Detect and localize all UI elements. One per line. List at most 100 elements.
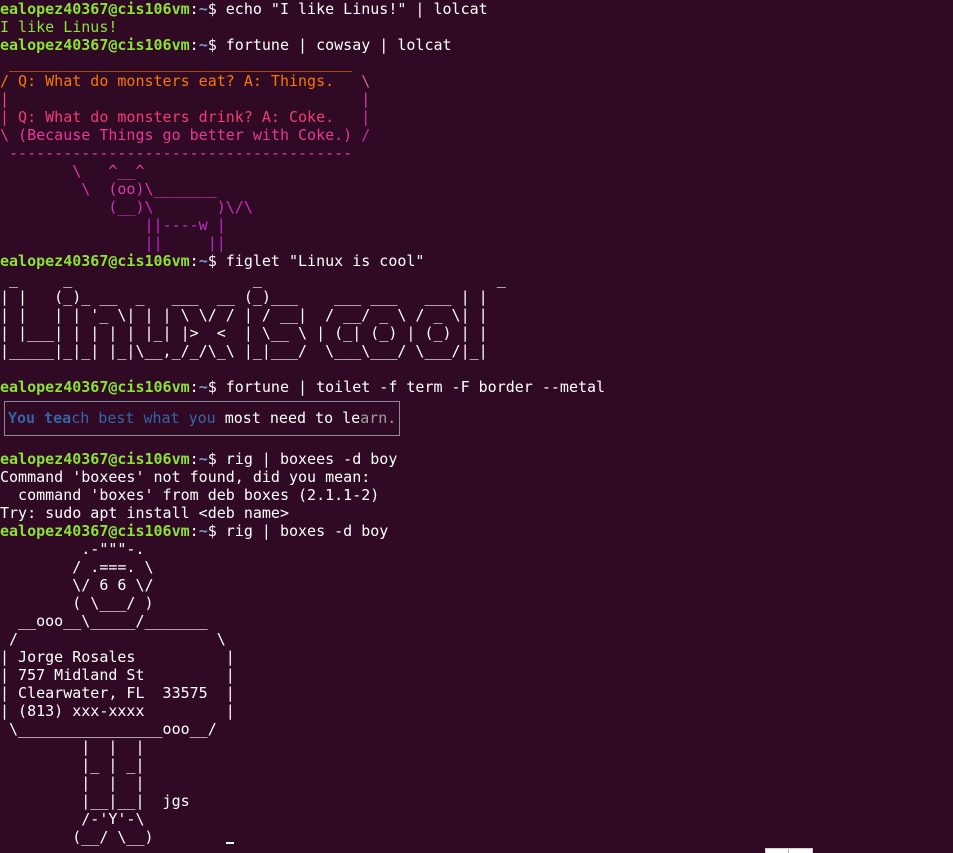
prompt-separator: : <box>189 522 199 540</box>
output-text: \ ^__^ <box>0 162 145 180</box>
output-text: .-"""-. <box>0 540 145 558</box>
output-line: ______________________________________ <box>0 54 953 72</box>
output-text: \ <box>352 72 371 90</box>
terminal-cursor <box>226 842 234 844</box>
output-text: \ (oo)\_______ <box>0 180 217 198</box>
prompt-user: ealopez40367 <box>0 0 109 18</box>
output-line: I like Linus! <box>0 18 953 36</box>
prompt-symbol: $ <box>207 36 226 54</box>
toilet-border-box: You teach best what you most need to lea… <box>4 401 401 436</box>
prompt-host: cis106vm <box>117 522 190 540</box>
output-text: | <box>343 108 371 126</box>
output-line: (__/ \__) <box>0 828 953 846</box>
prompt-host: cis106vm <box>117 0 190 18</box>
output-line: \ ^__^ <box>0 162 953 180</box>
output-line: _ _ _ _ <box>0 270 953 288</box>
prompt-symbol: $ <box>207 450 226 468</box>
output-text: ||----w | <box>0 216 226 234</box>
output-line: /-'Y'-\ <box>0 810 953 828</box>
prompt-user: ealopez40367 <box>0 36 109 54</box>
output-line: | Jorge Rosales | <box>0 648 953 666</box>
prompt-path: ~ <box>198 252 208 270</box>
output-text: | <box>0 90 353 108</box>
prompt-user: ealopez40367 <box>0 378 109 396</box>
output-line: |_____|_|_| |_|\__,_/_/\_\ |_|___/ \___\… <box>0 342 953 360</box>
toilet-text: arn. <box>360 409 397 427</box>
output-line: Try: sudo apt install <deb name> <box>0 504 953 522</box>
output-text: command 'boxes' from deb boxes (2.1.1-2) <box>0 486 380 504</box>
output-text: -------------------------------------- <box>0 144 353 162</box>
terminal-window[interactable]: ealopez40367@cis106vm:~$ echo "I like Li… <box>0 0 953 852</box>
prompt-user: ealopez40367 <box>0 522 109 540</box>
prompt-line: ealopez40367@cis106vm:~$ figlet "Linux i… <box>0 252 953 270</box>
output-line: .-"""-. <box>0 540 953 558</box>
output-text: | | (_)_ __ _ ___ __ (_)___ ___ ___ ___ … <box>0 288 488 306</box>
toilet-output-line: You teach best what you most need to lea… <box>0 401 953 450</box>
prompt-host: cis106vm <box>117 450 190 468</box>
prompt-line: ealopez40367@cis106vm:~$ fortune | cowsa… <box>0 36 953 54</box>
output-line: | | | | '_ \| | | \ \/ / | / __| / __/ _… <box>0 306 953 324</box>
output-text: | Jorge Rosales | <box>0 648 235 666</box>
output-text: / Q: What do monsters eat? A: Things. <box>0 72 353 90</box>
output-text: | Q: What do monsters drink? A: Coke. <box>0 108 344 126</box>
output-line: / Q: What do monsters eat? A: Things. \ <box>0 72 953 90</box>
output-line: | |___| | | | | |_| |> < | \__ \ | (_| (… <box>0 324 953 342</box>
output-line: / \ <box>0 630 953 648</box>
output-line: | | (_)_ __ _ ___ __ (_)___ ___ ___ ___ … <box>0 288 953 306</box>
toilet-text: ch best what you <box>71 409 225 427</box>
output-line: \/ 6 6 \/ <box>0 576 953 594</box>
toilet-text: most need to le <box>224 409 361 427</box>
output-text: / <box>352 126 371 144</box>
output-line: | Q: What do monsters drink? A: Coke. | <box>0 108 953 126</box>
output-text: /-'Y'-\ <box>0 810 145 828</box>
output-text: (__)\ )\/\ <box>0 198 253 216</box>
prompt-separator: : <box>189 36 199 54</box>
toilet-text: You tea <box>8 409 72 427</box>
bottom-scroll-widget[interactable] <box>765 848 813 853</box>
output-text: | |___| | | | | |_| |> < | \__ \ | (_| (… <box>0 324 488 342</box>
output-text: / \ <box>0 630 226 648</box>
output-text: | (813) xxx-xxxx | <box>0 702 235 720</box>
output-line: | | | <box>0 738 953 756</box>
output-line: / .===. \ <box>0 558 953 576</box>
prompt-path: ~ <box>198 522 208 540</box>
prompt-separator: : <box>189 450 199 468</box>
output-text: Try: sudo apt install <deb name> <box>0 504 289 522</box>
output-text: | | | <box>0 738 145 756</box>
output-text: |__|__| jgs <box>0 792 190 810</box>
output-line: \________________ooo__/ <box>0 720 953 738</box>
output-text: Command 'boxees' not found, did you mean… <box>0 468 371 486</box>
prompt-user: ealopez40367 <box>0 450 109 468</box>
output-line: \ (Because Things go better with Coke.) … <box>0 126 953 144</box>
output-line: ||----w | <box>0 216 953 234</box>
prompt-line: ealopez40367@cis106vm:~$ rig | boxes -d … <box>0 522 953 540</box>
output-text: I like Linus! <box>0 18 118 36</box>
output-line: __ooo__\_____/_______ <box>0 612 953 630</box>
prompt-symbol: $ <box>207 378 226 396</box>
output-text: \________________ooo__/ <box>0 720 217 738</box>
command-text: echo "I like Linus!" | lolcat <box>225 0 488 18</box>
output-text: ______________________________________ <box>0 54 353 72</box>
prompt-host: cis106vm <box>117 36 190 54</box>
output-line: | | | <box>0 774 953 792</box>
output-line: | | <box>0 90 953 108</box>
output-line: |_ | _| <box>0 756 953 774</box>
prompt-line: ealopez40367@cis106vm:~$ fortune | toile… <box>0 378 953 396</box>
output-line: | (813) xxx-xxxx | <box>0 702 953 720</box>
prompt-host: cis106vm <box>117 252 190 270</box>
output-text: |_____|_|_| |_|\__,_/_/\_\ |_|___/ \___\… <box>0 342 488 360</box>
prompt-line: ealopez40367@cis106vm:~$ echo "I like Li… <box>0 0 953 18</box>
prompt-path: ~ <box>198 450 208 468</box>
output-text: |_ | _| <box>0 756 145 774</box>
output-text: | <box>352 90 371 108</box>
prompt-host: cis106vm <box>117 378 190 396</box>
terminal-output: ealopez40367@cis106vm:~$ echo "I like Li… <box>0 0 953 846</box>
output-text: | Clearwater, FL 33575 | <box>0 684 235 702</box>
output-text: (__/ \__) <box>0 828 154 846</box>
command-text: figlet "Linux is cool" <box>225 252 425 270</box>
command-text: rig | boxes -d boy <box>225 522 389 540</box>
prompt-symbol: $ <box>207 252 226 270</box>
prompt-path: ~ <box>198 378 208 396</box>
output-text: _ _ _ _ <box>0 270 515 288</box>
